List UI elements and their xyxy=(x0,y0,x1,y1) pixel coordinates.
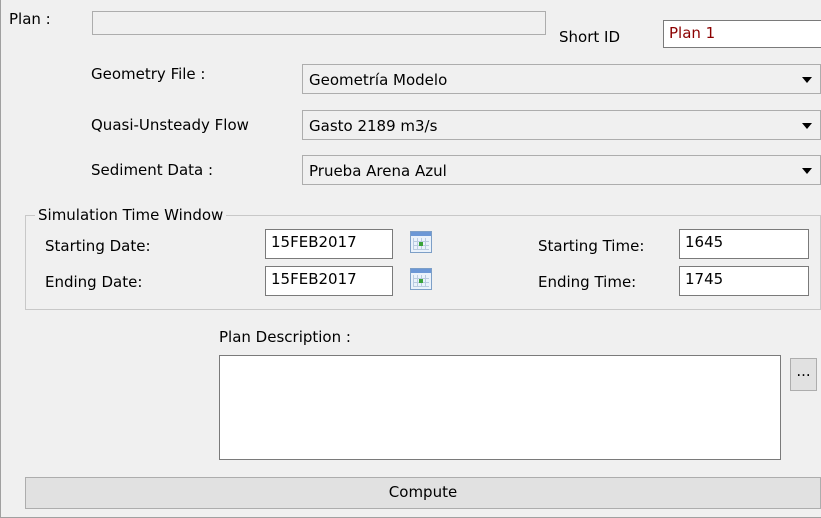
starting-time-label: Starting Time: xyxy=(538,237,645,255)
plan-description-label: Plan Description : xyxy=(219,328,351,346)
calendar-icon xyxy=(410,231,432,253)
geometry-file-label: Geometry File : xyxy=(91,65,206,83)
quasi-unsteady-flow-label: Quasi-Unsteady Flow xyxy=(91,116,249,134)
sediment-data-label: Sediment Data : xyxy=(91,161,214,179)
starting-time-field[interactable]: 1645 xyxy=(679,229,809,259)
ending-date-calendar-button[interactable] xyxy=(403,264,439,296)
simulation-time-window-title: Simulation Time Window xyxy=(35,206,227,224)
chevron-down-icon[interactable] xyxy=(796,67,818,91)
chevron-down-icon[interactable] xyxy=(796,113,818,137)
ending-date-label: Ending Date: xyxy=(45,273,143,291)
ending-time-field[interactable]: 1745 xyxy=(679,266,809,296)
geometry-file-value: Geometría Modelo xyxy=(309,71,448,89)
starting-date-label: Starting Date: xyxy=(45,237,151,255)
short-id-label: Short ID xyxy=(559,28,620,46)
quasi-unsteady-flow-select[interactable]: Gasto 2189 m3/s xyxy=(302,110,821,140)
short-id-field[interactable]: Plan 1 xyxy=(663,20,821,48)
plan-title-field[interactable] xyxy=(92,11,546,35)
compute-button[interactable]: Compute xyxy=(25,477,821,509)
description-browse-button[interactable]: ... xyxy=(790,358,817,391)
plan-description-textarea[interactable] xyxy=(219,355,781,460)
ending-time-label: Ending Time: xyxy=(538,273,637,291)
sediment-data-select[interactable]: Prueba Arena Azul xyxy=(302,155,821,185)
calendar-icon xyxy=(410,268,432,290)
chevron-down-icon[interactable] xyxy=(796,158,818,182)
starting-date-field[interactable]: 15FEB2017 xyxy=(265,229,393,259)
starting-date-calendar-button[interactable] xyxy=(403,227,439,259)
geometry-file-select[interactable]: Geometría Modelo xyxy=(302,64,821,94)
sediment-data-value: Prueba Arena Azul xyxy=(309,162,447,180)
plan-label: Plan : xyxy=(9,10,51,28)
plan-dialog: Plan : Short ID Plan 1 Geometry File : G… xyxy=(0,0,821,518)
ending-date-field[interactable]: 15FEB2017 xyxy=(265,266,393,296)
quasi-unsteady-flow-value: Gasto 2189 m3/s xyxy=(309,117,438,135)
